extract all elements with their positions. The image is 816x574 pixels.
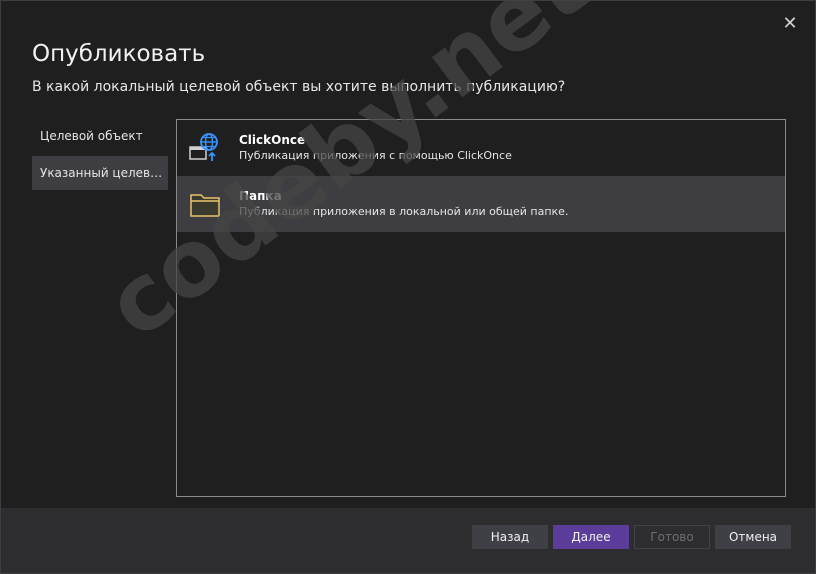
nav-item-specific-target[interactable]: Указанный целевой... <box>32 156 168 190</box>
option-folder[interactable]: Папка Публикация приложения в локальной … <box>177 176 785 232</box>
target-list: ClickOnce Публикация приложения с помощь… <box>176 119 786 497</box>
clickonce-globe-icon <box>189 133 218 161</box>
cancel-button[interactable]: Отмена <box>715 525 791 549</box>
nav-item-target[interactable]: Целевой объект <box>32 119 168 153</box>
publish-dialog: ✕ Опубликовать В какой локальный целевой… <box>0 0 816 574</box>
wizard-nav: Целевой объект Указанный целевой... <box>32 119 168 193</box>
option-clickonce[interactable]: ClickOnce Публикация приложения с помощь… <box>177 120 785 176</box>
option-name: ClickOnce <box>239 133 306 147</box>
dialog-title: Опубликовать <box>32 41 206 67</box>
option-description: Публикация приложения в локальной или об… <box>239 205 569 218</box>
close-icon[interactable]: ✕ <box>779 13 801 35</box>
folder-icon <box>190 194 220 217</box>
finish-button[interactable]: Готово <box>634 525 710 549</box>
next-button[interactable]: Далее <box>553 525 629 549</box>
dialog-subtitle: В какой локальный целевой объект вы хоти… <box>32 79 566 95</box>
back-button[interactable]: Назад <box>472 525 548 549</box>
option-description: Публикация приложения с помощью ClickOnc… <box>239 149 512 162</box>
dialog-footer: Назад Далее Готово Отмена <box>1 508 815 573</box>
option-name: Папка <box>239 189 282 203</box>
